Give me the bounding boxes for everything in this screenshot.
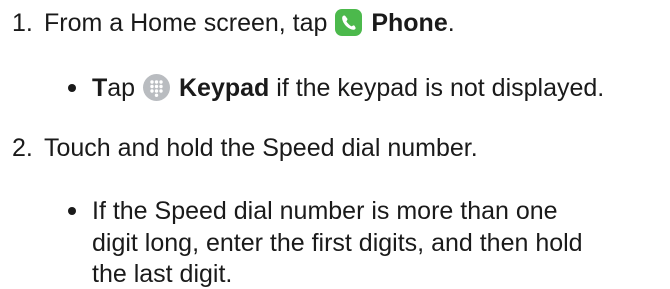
substep-1-1-text: Tap Keypad if the keypad is not displaye… — [92, 73, 604, 103]
step-1-text-after: . — [447, 9, 455, 37]
substep-bold-first: T — [92, 74, 108, 102]
substep-2-1-cont: digit long, enter the first digits, and … — [0, 228, 670, 258]
phone-label: Phone — [371, 9, 448, 37]
step-2-number: 2. — [12, 134, 33, 162]
substep-text-after: if the keypad is not displayed. — [276, 74, 605, 102]
bullet — [68, 207, 76, 215]
substep-2-1-cont2: the last digit. — [0, 259, 670, 289]
keypad-icon — [143, 74, 171, 101]
substep-1-1: Tap Keypad if the keypad is not displaye… — [0, 73, 670, 103]
step-1-text-before: From a Home screen, tap — [44, 9, 328, 37]
substep-2-1-line-2: digit long, enter the first digits, and … — [92, 229, 583, 257]
step-1-number: 1. — [12, 9, 33, 37]
substep-2-1-line-3: the last digit. — [92, 260, 233, 288]
step-1: 1. From a Home screen, tap Phone. — [0, 8, 670, 38]
step-1-text: From a Home screen, tap Phone. — [44, 8, 455, 38]
substep-2-1: If the Speed dial number is more than on… — [0, 196, 670, 226]
substep-text-a: ap — [107, 74, 136, 102]
phone-icon — [335, 9, 363, 36]
bullet — [68, 84, 76, 92]
substep-2-1-line-1: If the Speed dial number is more than on… — [92, 197, 558, 225]
step-2: 2. Touch and hold the Speed dial number. — [0, 133, 670, 163]
keypad-label: Keypad — [179, 74, 270, 102]
step-2-text: Touch and hold the Speed dial number. — [44, 134, 478, 162]
